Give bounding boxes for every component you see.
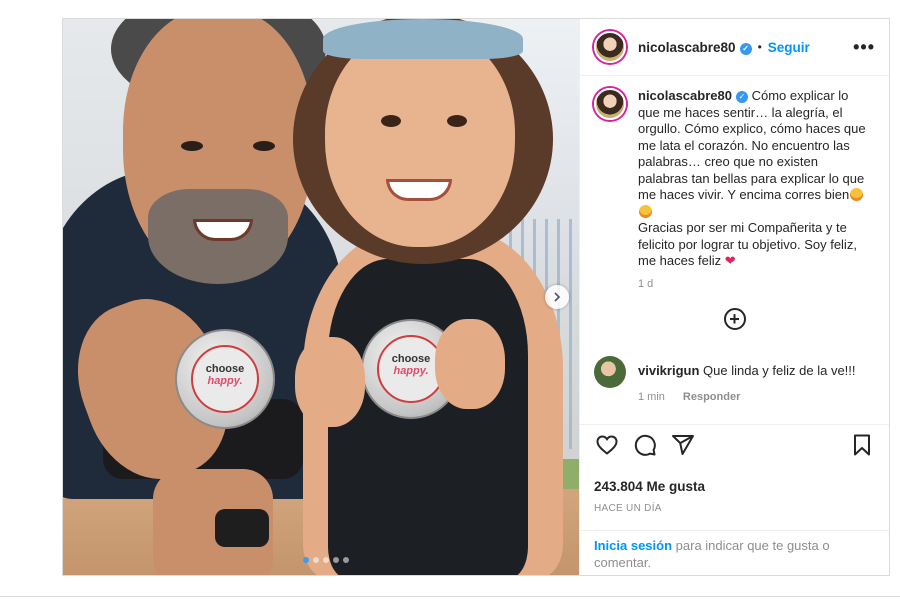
heart-outline-icon: [596, 434, 618, 455]
post-side-panel: nicolascabre80 ✓ • Seguir ••• nicolascabr…: [579, 19, 889, 575]
girl-hand-right: [435, 319, 505, 409]
girl-headband: [323, 19, 523, 59]
commenter-username[interactable]: vivikrigun: [638, 363, 699, 378]
author-username-text[interactable]: nicolascabre80: [638, 40, 736, 55]
carousel-dot: [323, 557, 329, 563]
post-photo[interactable]: choose happy. choose happy.: [63, 19, 579, 575]
watch: [215, 509, 269, 547]
paper-plane-icon: [672, 434, 694, 455]
comment-body: Que linda y feliz de la ve!!!: [703, 362, 856, 378]
reply-button[interactable]: Responder: [683, 391, 740, 403]
like-button[interactable]: [594, 432, 620, 458]
author-avatar[interactable]: [594, 31, 626, 63]
header-separator: •: [757, 40, 762, 54]
author-username[interactable]: nicolascabre80 ✓: [638, 40, 752, 55]
comment-bubble-icon: [634, 434, 656, 456]
girl-face: [325, 27, 515, 247]
carousel-next-button[interactable]: [545, 285, 569, 309]
comment-meta: 1 min Responder: [638, 391, 856, 403]
action-bar: [580, 424, 889, 464]
like-count[interactable]: 243.804 Me gusta: [594, 479, 705, 494]
page-divider: [0, 596, 900, 597]
girl-top: [328, 259, 528, 575]
verified-badge-icon: ✓: [739, 42, 752, 55]
carousel-dot: [313, 557, 319, 563]
caption-age: 1 d: [638, 277, 654, 290]
medal-text-2: happy.: [207, 375, 243, 387]
chevron-right-icon: [554, 292, 561, 302]
comment-text: vivikrigun Que linda y feliz de la ve!!!: [638, 362, 856, 379]
carousel-dot: [303, 557, 309, 563]
girl-eye-right: [447, 115, 467, 127]
instagram-post: choose happy. choose happy. nicolascabre…: [62, 18, 890, 576]
red-heart-emoji-icon: ❤: [724, 253, 736, 268]
carousel-dot: [333, 557, 339, 563]
more-options-icon[interactable]: •••: [853, 37, 875, 58]
load-more-comments: +: [594, 307, 875, 330]
caption-body-1: Cómo explicar lo que me haces sentir… la…: [638, 88, 866, 202]
plus-circle-icon[interactable]: +: [723, 307, 746, 330]
man-eye-left: [181, 141, 203, 151]
post-header: nicolascabre80 ✓ • Seguir •••: [580, 19, 889, 76]
caption-text: nicolascabre80 ✓ Cómo explicar lo que me …: [638, 88, 870, 270]
caption-avatar[interactable]: [594, 88, 626, 120]
carousel-dots: [303, 557, 349, 563]
comments-area: nicolascabre80 ✓ Cómo explicar lo que me …: [580, 76, 889, 424]
share-button[interactable]: [670, 432, 696, 458]
bookmark-icon: [854, 434, 870, 455]
comment-content: vivikrigun Que linda y feliz de la ve!!!…: [638, 356, 856, 403]
comment-item: vivikrigun Que linda y feliz de la ve!!!…: [594, 355, 875, 403]
verified-badge-icon: ✓: [735, 91, 748, 103]
login-link[interactable]: Inicia sesión: [594, 538, 672, 553]
carousel-dot: [343, 557, 349, 563]
caption-username[interactable]: nicolascabre80: [638, 88, 732, 103]
medal-text: choose: [205, 363, 245, 375]
comment-button[interactable]: [632, 432, 658, 458]
caption-body-2: Gracias por ser mi Compañerita y te feli…: [638, 220, 857, 268]
heart-eyes-emoji-icon: [639, 204, 652, 218]
girl-hand-left: [295, 337, 365, 427]
man-eye-right: [253, 141, 275, 151]
heart-eyes-emoji-icon: [850, 188, 864, 201]
commenter-avatar[interactable]: [594, 355, 626, 388]
caption: nicolascabre80 ✓ Cómo explicar lo que me …: [594, 88, 875, 270]
follow-button[interactable]: Seguir: [768, 40, 810, 55]
post-timestamp[interactable]: HACE UN DÍA: [594, 503, 662, 514]
comment-age: 1 min: [638, 390, 665, 403]
save-button[interactable]: [849, 432, 875, 458]
girl-eye-left: [381, 115, 401, 127]
medal-left: choose happy.: [175, 329, 275, 429]
login-prompt: Inicia sesión para indicar que te gusta …: [580, 530, 889, 575]
